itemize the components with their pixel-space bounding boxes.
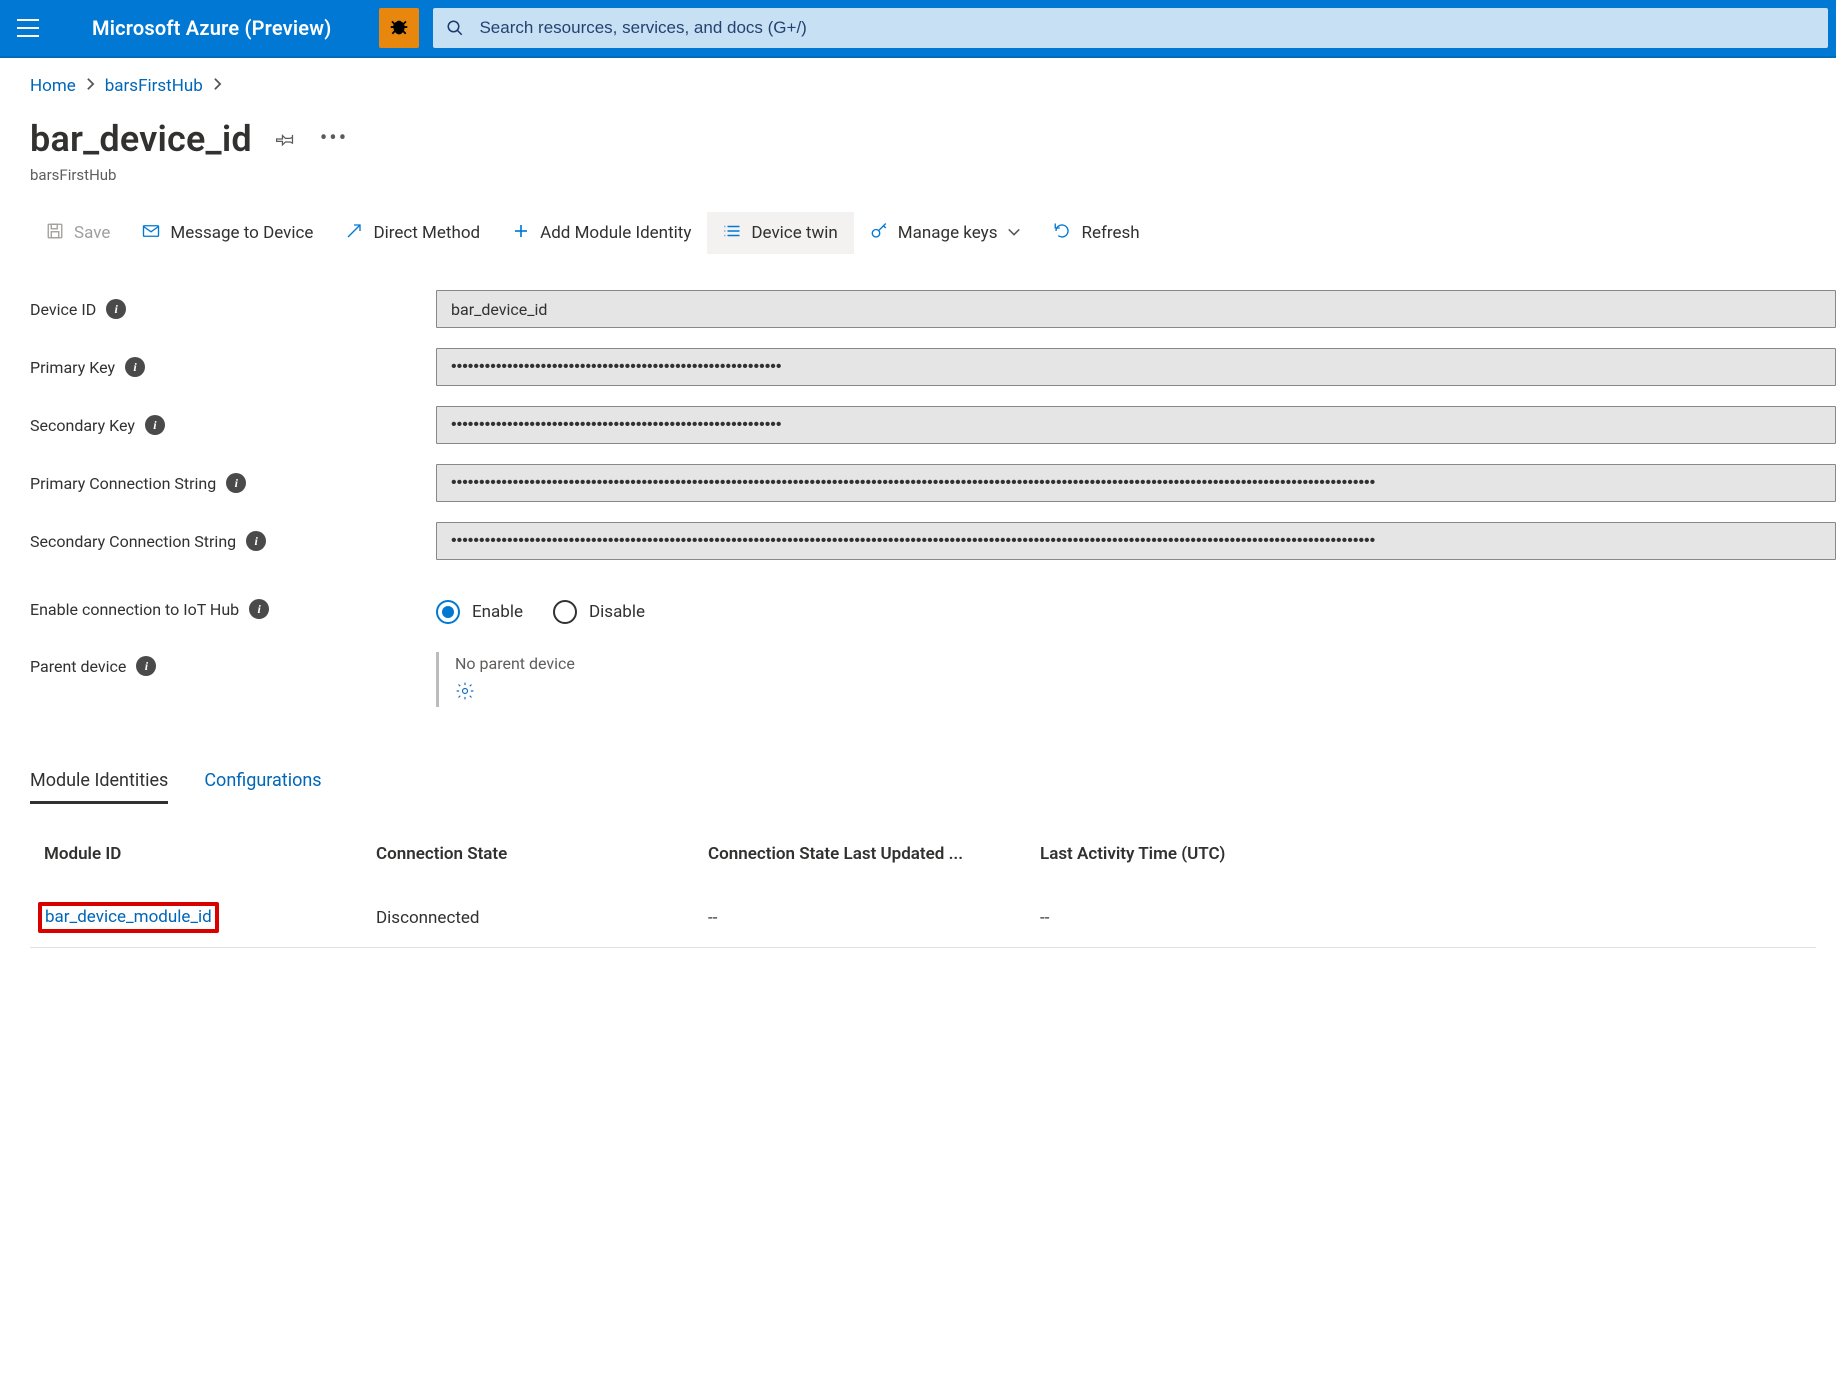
refresh-button[interactable]: Refresh xyxy=(1037,212,1155,254)
primary-key-label: Primary Key xyxy=(30,358,115,377)
pin-icon[interactable] xyxy=(276,129,296,149)
page-content: Home barsFirstHub bar_device_id ••• bars… xyxy=(0,58,1836,988)
th-module-id[interactable]: Module ID xyxy=(44,844,376,864)
info-icon[interactable]: i xyxy=(106,299,126,319)
primary-conn-label: Primary Connection String xyxy=(30,474,216,493)
more-icon[interactable]: ••• xyxy=(320,134,348,144)
info-icon[interactable]: i xyxy=(136,656,156,676)
device-id-row: Device ID i bar_device_id xyxy=(30,280,1836,338)
secondary-key-field: ••••••••••••••••••••••••••••••••••••••••… xyxy=(436,406,1836,444)
disable-radio-label: Disable xyxy=(589,602,645,622)
info-icon[interactable]: i xyxy=(125,357,145,377)
enable-conn-row: Enable connection to IoT Hub i Enable Di… xyxy=(30,580,1836,638)
message-label: Message to Device xyxy=(170,223,313,243)
page-subtitle: barsFirstHub xyxy=(30,166,1836,184)
device-twin-label: Device twin xyxy=(751,223,837,243)
cell-conn-state-updated: -- xyxy=(708,908,1040,928)
cell-last-activity: -- xyxy=(1040,908,1816,928)
manage-keys-button[interactable]: Manage keys xyxy=(854,212,1038,254)
manage-keys-label: Manage keys xyxy=(898,223,998,243)
parent-device-label: Parent device xyxy=(30,657,126,676)
highlight-annotation: bar_device_module_id xyxy=(38,902,219,933)
secondary-conn-label: Secondary Connection String xyxy=(30,532,236,551)
primary-conn-row: Primary Connection String i ••••••••••••… xyxy=(30,454,1836,512)
plus-icon xyxy=(512,222,530,245)
brand-title: Microsoft Azure (Preview) xyxy=(92,16,331,40)
direct-method-icon xyxy=(345,222,363,245)
th-conn-state[interactable]: Connection State xyxy=(376,844,708,864)
title-row: bar_device_id ••• xyxy=(30,118,1836,160)
parent-device-row: Parent device i No parent device xyxy=(30,652,1836,710)
cell-conn-state: Disconnected xyxy=(376,908,708,928)
primary-key-row: Primary Key i ••••••••••••••••••••••••••… xyxy=(30,338,1836,396)
search-input[interactable] xyxy=(477,8,1828,48)
bug-icon[interactable] xyxy=(379,8,419,48)
add-module-label: Add Module Identity xyxy=(540,223,691,243)
command-bar: Save Message to Device Direct Method Add… xyxy=(30,212,1836,254)
tab-configurations[interactable]: Configurations xyxy=(204,766,321,804)
parent-device-block: No parent device xyxy=(436,652,1836,707)
search-icon xyxy=(433,19,477,37)
device-id-label: Device ID xyxy=(30,300,96,319)
info-icon[interactable]: i xyxy=(246,531,266,551)
page-title: bar_device_id xyxy=(30,118,252,160)
th-conn-state-updated[interactable]: Connection State Last Updated ... xyxy=(708,844,1040,864)
direct-method-button[interactable]: Direct Method xyxy=(329,212,496,254)
global-header: Microsoft Azure (Preview) xyxy=(0,0,1836,58)
enable-radio-label: Enable xyxy=(472,602,523,622)
device-form: Device ID i bar_device_id Primary Key i … xyxy=(30,280,1836,710)
info-icon[interactable]: i xyxy=(249,599,269,619)
global-search[interactable] xyxy=(433,8,1828,48)
device-id-field: bar_device_id xyxy=(436,290,1836,328)
primary-conn-field: ••••••••••••••••••••••••••••••••••••••••… xyxy=(436,464,1836,502)
list-icon xyxy=(723,222,741,245)
breadcrumb: Home barsFirstHub xyxy=(30,76,1836,96)
parent-device-value: No parent device xyxy=(455,654,1836,673)
enable-radio[interactable]: Enable xyxy=(436,600,523,624)
secondary-key-row: Secondary Key i ••••••••••••••••••••••••… xyxy=(30,396,1836,454)
module-id-link[interactable]: bar_device_module_id xyxy=(45,907,212,927)
chevron-right-icon xyxy=(213,76,222,96)
table-header: Module ID Connection State Connection St… xyxy=(30,844,1816,894)
hamburger-menu-button[interactable] xyxy=(0,0,56,56)
primary-key-field: ••••••••••••••••••••••••••••••••••••••••… xyxy=(436,348,1836,386)
info-icon[interactable]: i xyxy=(145,415,165,435)
secondary-key-label: Secondary Key xyxy=(30,416,135,435)
tabs: Module Identities Configurations xyxy=(30,766,1836,804)
device-twin-button[interactable]: Device twin xyxy=(707,212,853,254)
add-module-identity-button[interactable]: Add Module Identity xyxy=(496,212,707,254)
table-row[interactable]: bar_device_module_id Disconnected -- -- xyxy=(30,894,1816,948)
info-icon[interactable]: i xyxy=(226,473,246,493)
gear-icon[interactable] xyxy=(455,681,1836,705)
refresh-label: Refresh xyxy=(1081,223,1139,243)
mail-icon xyxy=(142,222,160,245)
key-icon xyxy=(870,222,888,245)
save-icon xyxy=(46,222,64,245)
save-label: Save xyxy=(74,223,110,243)
breadcrumb-hub[interactable]: barsFirstHub xyxy=(105,76,203,96)
enable-conn-label: Enable connection to IoT Hub xyxy=(30,600,239,619)
save-button: Save xyxy=(30,212,126,254)
th-last-activity[interactable]: Last Activity Time (UTC) xyxy=(1040,844,1816,864)
message-to-device-button[interactable]: Message to Device xyxy=(126,212,329,254)
refresh-icon xyxy=(1053,222,1071,245)
disable-radio[interactable]: Disable xyxy=(553,600,645,624)
secondary-conn-field: ••••••••••••••••••••••••••••••••••••••••… xyxy=(436,522,1836,560)
breadcrumb-home[interactable]: Home xyxy=(30,76,76,96)
direct-method-label: Direct Method xyxy=(373,223,480,243)
secondary-conn-row: Secondary Connection String i ••••••••••… xyxy=(30,512,1836,570)
chevron-right-icon xyxy=(86,76,95,96)
module-identities-table: Module ID Connection State Connection St… xyxy=(30,844,1836,948)
tab-module-identities[interactable]: Module Identities xyxy=(30,766,168,804)
chevron-down-icon xyxy=(1007,223,1021,243)
